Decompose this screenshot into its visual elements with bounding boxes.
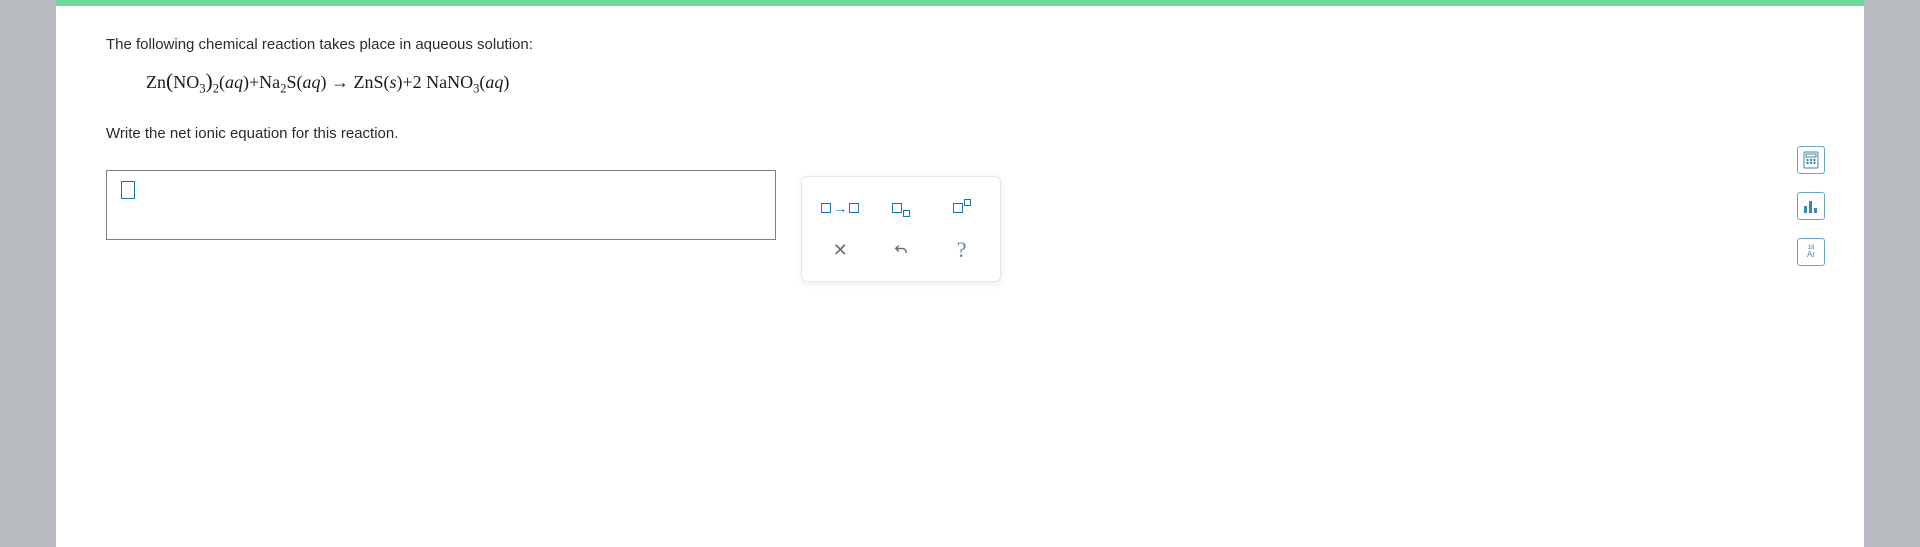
help-icon: ? (957, 237, 967, 263)
subscript-button[interactable] (875, 189, 927, 227)
data-tool-button[interactable] (1797, 192, 1825, 220)
answer-placeholder-box (121, 181, 135, 199)
content-panel: The following chemical reaction takes pl… (56, 6, 1864, 547)
bar-chart-icon (1802, 198, 1820, 214)
calculator-button[interactable] (1797, 146, 1825, 174)
calculator-icon (1803, 151, 1819, 169)
reaction-arrow-button[interactable]: → (814, 189, 866, 227)
question-area: The following chemical reaction takes pl… (106, 36, 1406, 240)
help-button[interactable]: ? (936, 231, 988, 269)
periodic-table-button[interactable]: 18 Ar (1797, 238, 1825, 266)
answer-input[interactable] (106, 170, 776, 240)
equation-toolbox: → ✕ ? (801, 176, 1001, 282)
close-icon: ✕ (833, 240, 848, 261)
clear-button[interactable]: ✕ (814, 231, 866, 269)
toolbox-row-2: ✕ ? (810, 231, 992, 269)
question-instruction: Write the net ionic equation for this re… (106, 125, 1406, 142)
question-prompt: The following chemical reaction takes pl… (106, 36, 1406, 53)
toolbox-row-1: → (810, 189, 992, 227)
chemical-equation: Zn(NO3)2(aq)+Na2S(aq) → ZnS(s)+2 NaNO3(a… (146, 69, 1406, 97)
ptable-symbol: Ar (1807, 251, 1815, 259)
side-tool-column: 18 Ar (1794, 146, 1828, 266)
undo-button[interactable] (875, 231, 927, 269)
superscript-button[interactable] (936, 189, 988, 227)
undo-icon (892, 241, 910, 259)
